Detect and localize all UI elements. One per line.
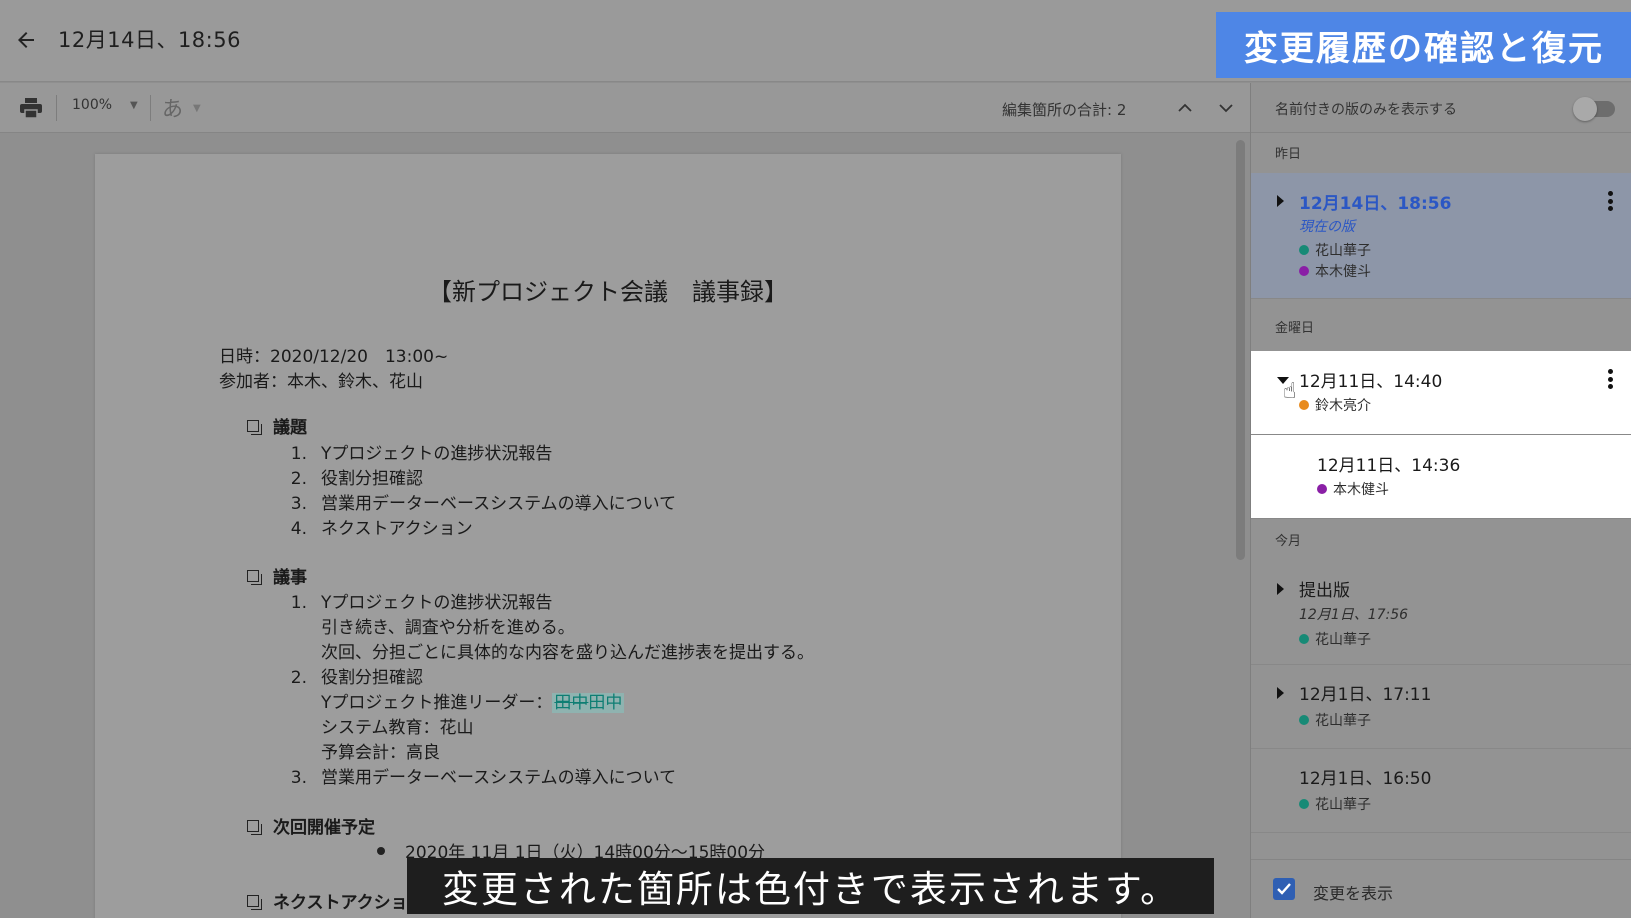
caret-right-icon[interactable] xyxy=(1277,195,1284,207)
toolbar-divider xyxy=(56,95,57,121)
user-color-dot xyxy=(1299,799,1309,809)
user-color-dot xyxy=(1299,245,1309,255)
arrow-left-icon xyxy=(18,32,34,48)
pointer-hand-icon: ☝ xyxy=(1283,379,1297,404)
version-title: 12月11日、14:36 xyxy=(1317,456,1461,476)
toolbar-divider xyxy=(150,95,151,121)
named-versions-toggle-row: 名前付きの版のみを表示する xyxy=(1251,83,1631,133)
version-title: 提出版 xyxy=(1299,581,1350,601)
video-title-banner: 変更履歴の確認と復元 xyxy=(1216,12,1631,78)
version-user: 花山華子 xyxy=(1299,629,1371,649)
zoom-value: 100% xyxy=(72,97,113,113)
version-subtitle: 現在の版 xyxy=(1299,219,1355,235)
text-line: システム教育：花山 xyxy=(321,718,474,738)
named-versions-switch[interactable] xyxy=(1573,97,1617,121)
chevron-up-icon xyxy=(1178,103,1192,112)
text-line: 予算会計：高良 xyxy=(321,743,440,763)
section-minutes: 議事 xyxy=(247,563,307,588)
section-title: 議事 xyxy=(273,568,307,588)
version-history-panel: 名前付きの版のみを表示する 昨日 12月14日、18:56 現在の版 花山華子 … xyxy=(1250,83,1631,918)
user-color-dot xyxy=(1299,266,1309,276)
caret-down-icon: ▼ xyxy=(193,102,201,114)
version-item[interactable]: 12月1日、16:50 花山華子 xyxy=(1251,749,1631,833)
text-line: 引き続き、調査や分析を進める。 xyxy=(321,618,575,638)
caret-down-icon: ▼ xyxy=(130,99,138,111)
version-user: 本木健斗 xyxy=(1317,479,1389,499)
version-user: 本木健斗 xyxy=(1299,261,1371,281)
bullet-dot-icon xyxy=(377,847,385,855)
named-versions-label: 名前付きの版のみを表示する xyxy=(1275,102,1457,118)
section-title: 議題 xyxy=(273,418,307,438)
show-changes-label: 変更を表示 xyxy=(1313,884,1394,903)
user-color-dot xyxy=(1317,484,1327,494)
checkbox-bullet-icon xyxy=(247,819,262,835)
section-title: 次回開催予定 xyxy=(273,818,375,838)
checkmark-icon xyxy=(1277,883,1291,895)
input-tools-button[interactable]: あ ▼ xyxy=(162,93,201,123)
version-more-button[interactable] xyxy=(1601,365,1619,393)
version-item[interactable]: 12月1日、17:11 花山華子 xyxy=(1251,665,1631,749)
list-item: 2. 役割分担確認 xyxy=(290,469,423,489)
version-user: 花山華子 xyxy=(1299,794,1371,814)
group-label-yesterday: 昨日 xyxy=(1275,147,1302,162)
checkbox-bullet-icon xyxy=(247,419,262,435)
caret-right-icon[interactable] xyxy=(1277,687,1284,699)
input-mode-label: あ xyxy=(162,97,183,121)
version-user: 花山華子 xyxy=(1299,240,1371,260)
section-next-meeting: 次回開催予定 xyxy=(247,813,375,838)
show-changes-row: 変更を表示 xyxy=(1251,859,1631,918)
list-item: 1. Yプロジェクトの進捗状況報告 xyxy=(290,444,553,464)
version-title: 12月14日、18:56 xyxy=(58,28,241,52)
checkbox-bullet-icon xyxy=(247,894,262,910)
version-title: 12月11日、14:40 xyxy=(1299,372,1443,392)
version-title: 12月1日、16:50 xyxy=(1299,769,1432,789)
user-color-dot xyxy=(1299,634,1309,644)
version-subtitle: 12月1日、17:56 xyxy=(1299,607,1409,623)
list-item: 2. 役割分担確認 xyxy=(290,668,423,688)
section-title: ネクストアクション xyxy=(273,893,425,913)
document-scrollbar[interactable] xyxy=(1236,140,1245,560)
highlighted-change: 田中田中 xyxy=(552,693,625,713)
top-bar: 12月14日、18:56 変更履歴の確認と復元 xyxy=(0,0,1631,82)
text-line: 次回、分担ごとに具体的な内容を盛り込んだ進捗表を提出する。 xyxy=(321,643,814,663)
section-next-action: ネクストアクション xyxy=(247,888,425,913)
version-user: 花山華子 xyxy=(1299,710,1371,730)
version-title: 12月1日、17:11 xyxy=(1299,685,1432,705)
next-edit-button[interactable] xyxy=(1213,95,1239,121)
show-changes-checkbox[interactable] xyxy=(1273,878,1295,900)
text-line: Yプロジェクト推進リーダー： 田中田中 xyxy=(321,693,625,713)
group-label-this-month: 今月 xyxy=(1275,534,1302,549)
version-user: 鈴木亮介 xyxy=(1299,395,1371,415)
version-title: 12月14日、18:56 xyxy=(1299,194,1452,214)
back-button[interactable] xyxy=(10,24,42,56)
version-item-sub[interactable]: 12月11日、14:36 本木健斗 xyxy=(1251,435,1631,519)
date-line: 日時：2020/12/20 13:00~ xyxy=(219,347,449,367)
group-label-friday: 金曜日 xyxy=(1275,321,1315,336)
version-more-button[interactable] xyxy=(1601,187,1619,215)
user-color-dot xyxy=(1299,715,1309,725)
version-item-expanded[interactable]: 12月11日、14:40 鈴木亮介 ☝ xyxy=(1251,351,1631,435)
attendees-line: 参加者：本木、鈴木、花山 xyxy=(219,372,423,392)
user-color-dot xyxy=(1299,400,1309,410)
toolbar: 100% ▼ あ ▼ 編集箇所の合計: 2 xyxy=(0,83,1250,133)
list-item: 1. Yプロジェクトの進捗状況報告 xyxy=(290,593,553,613)
version-item-named[interactable]: 提出版 12月1日、17:56 花山華子 xyxy=(1251,561,1631,665)
switch-knob xyxy=(1573,97,1597,121)
zoom-select[interactable]: 100% ▼ xyxy=(72,97,138,113)
edit-count: 編集箇所の合計: 2 xyxy=(1002,101,1127,119)
version-item-current[interactable]: 12月14日、18:56 現在の版 花山華子 本木健斗 xyxy=(1251,173,1631,299)
document-heading: 【新プロジェクト会議 議事録】 xyxy=(428,278,788,306)
printer-icon xyxy=(20,98,42,119)
list-item: 3. 営業用データーベースシステムの導入について xyxy=(290,768,677,788)
previous-edit-button[interactable] xyxy=(1172,95,1198,121)
document-page: 【新プロジェクト会議 議事録】 日時：2020/12/20 13:00~ 参加者… xyxy=(95,154,1121,918)
section-agenda: 議題 xyxy=(247,413,307,438)
caret-right-icon[interactable] xyxy=(1277,583,1284,595)
checkbox-bullet-icon xyxy=(247,569,262,585)
list-item: 3. 営業用データーベースシステムの導入について xyxy=(290,494,677,514)
video-subtitle-caption: 変更された箇所は色付きで表示されます。 xyxy=(407,858,1214,914)
print-button[interactable] xyxy=(16,93,46,123)
chevron-down-icon xyxy=(1219,104,1233,113)
list-item: 4. ネクストアクション xyxy=(290,519,473,539)
